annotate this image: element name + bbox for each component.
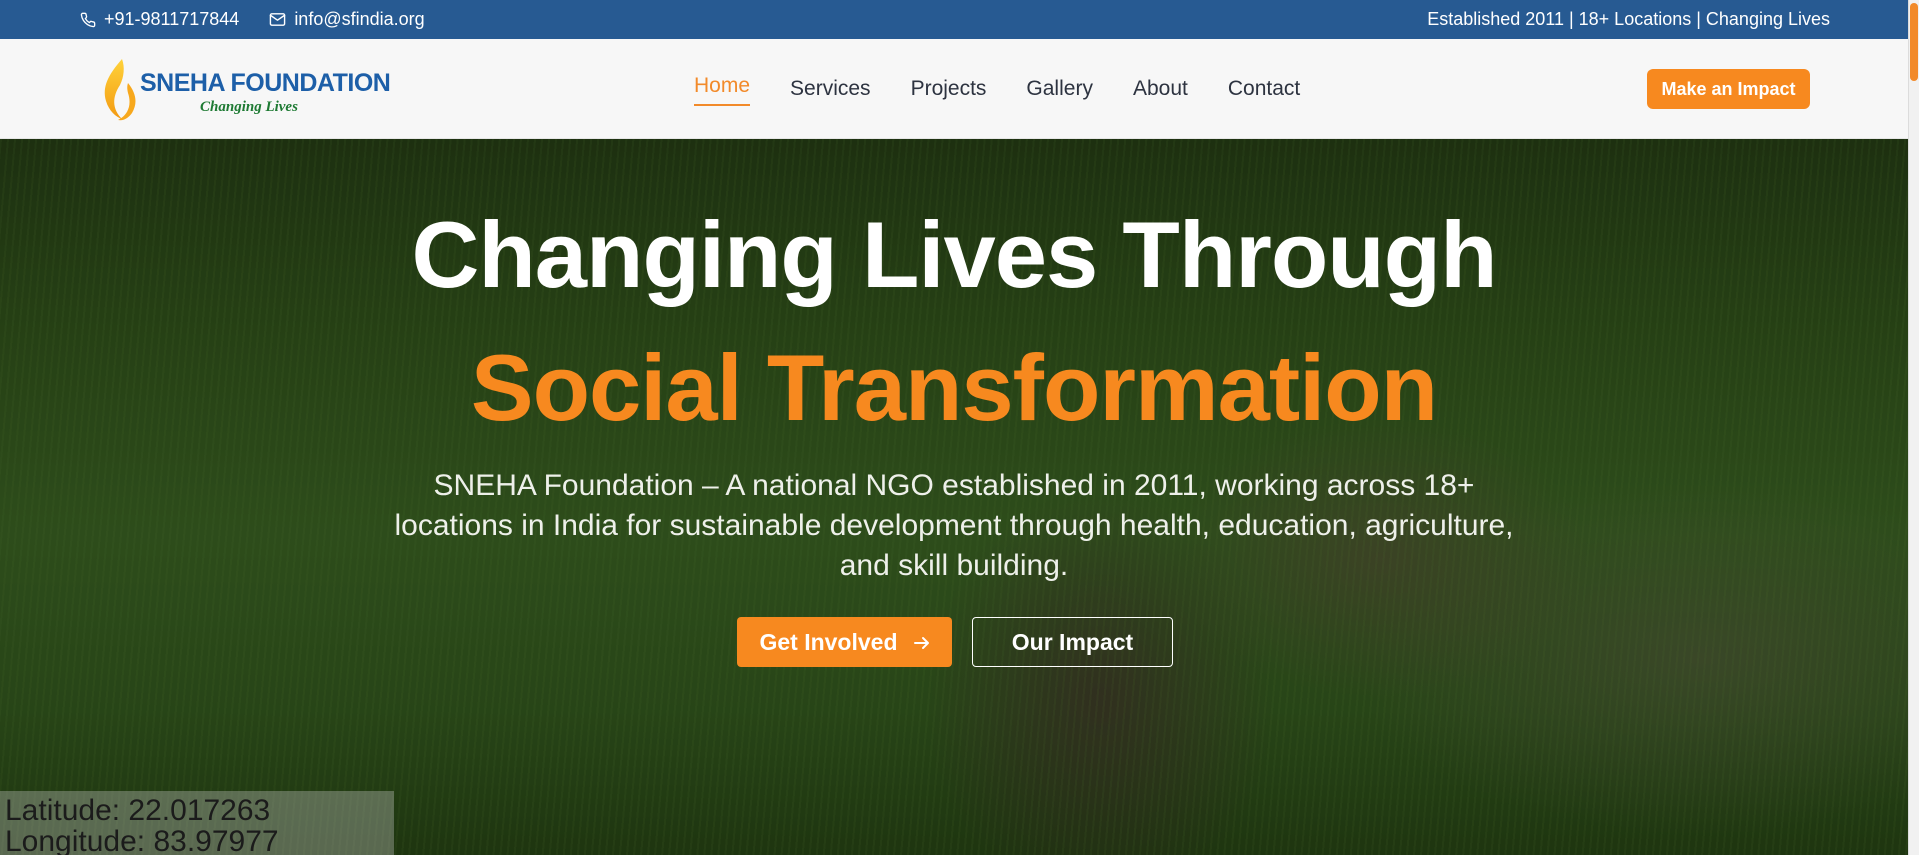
flame-icon [104, 59, 136, 121]
page-scrollbar[interactable] [1908, 0, 1919, 855]
hero-title-line2: Social Transformation [470, 335, 1438, 440]
hero-section: Changing Lives Through Social Transforma… [0, 139, 1908, 855]
get-involved-label: Get Involved [759, 628, 898, 655]
nav-about[interactable]: About [1133, 69, 1188, 109]
phone-number: +91-9811717844 [104, 9, 240, 29]
geo-overlay: Latitude: 22.017263 Longitude: 83.97977 [0, 791, 394, 855]
nav-projects[interactable]: Projects [911, 69, 987, 109]
latitude-text: Latitude: 22.017263 [5, 794, 271, 827]
nav-home[interactable]: Home [694, 66, 751, 106]
email-link[interactable]: info@sfindia.org [269, 9, 425, 30]
page: +91-9811717844 info@sfindia.org Establis… [0, 0, 1908, 855]
logo-name: SNEHA FOUNDATION [140, 69, 391, 97]
nav-services[interactable]: Services [790, 69, 871, 109]
hero-title-line1: Changing Lives Through [411, 202, 1497, 307]
phone-icon [80, 12, 96, 28]
contact-info: +91-9811717844 info@sfindia.org [80, 0, 425, 39]
mail-icon [269, 12, 286, 27]
scrollbar-thumb[interactable] [1910, 3, 1918, 81]
top-bar: +91-9811717844 info@sfindia.org Establis… [0, 0, 1908, 39]
logo-tagline: Changing Lives [200, 99, 298, 115]
longitude-text: Longitude: 83.97977 [5, 825, 279, 855]
hero-description: SNEHA Foundation – A national NGO establ… [394, 469, 1514, 582]
topbar-tagline: Established 2011 | 18+ Locations | Chang… [1427, 9, 1830, 29]
our-impact-button[interactable]: Our Impact [972, 617, 1173, 667]
nav-gallery[interactable]: Gallery [1026, 69, 1093, 109]
email-address: info@sfindia.org [294, 9, 425, 29]
logo[interactable]: SNEHA FOUNDATION Changing Lives [98, 57, 391, 123]
make-an-impact-button[interactable]: Make an Impact [1647, 69, 1810, 109]
nav-contact[interactable]: Contact [1228, 69, 1300, 109]
main-nav: Home Services Projects Gallery About Con… [694, 39, 1300, 139]
phone-link[interactable]: +91-9811717844 [80, 9, 239, 30]
get-involved-button[interactable]: Get Involved [737, 617, 952, 667]
navbar: SNEHA FOUNDATION Changing Lives Home Ser… [0, 39, 1908, 139]
arrow-right-icon [913, 629, 930, 656]
